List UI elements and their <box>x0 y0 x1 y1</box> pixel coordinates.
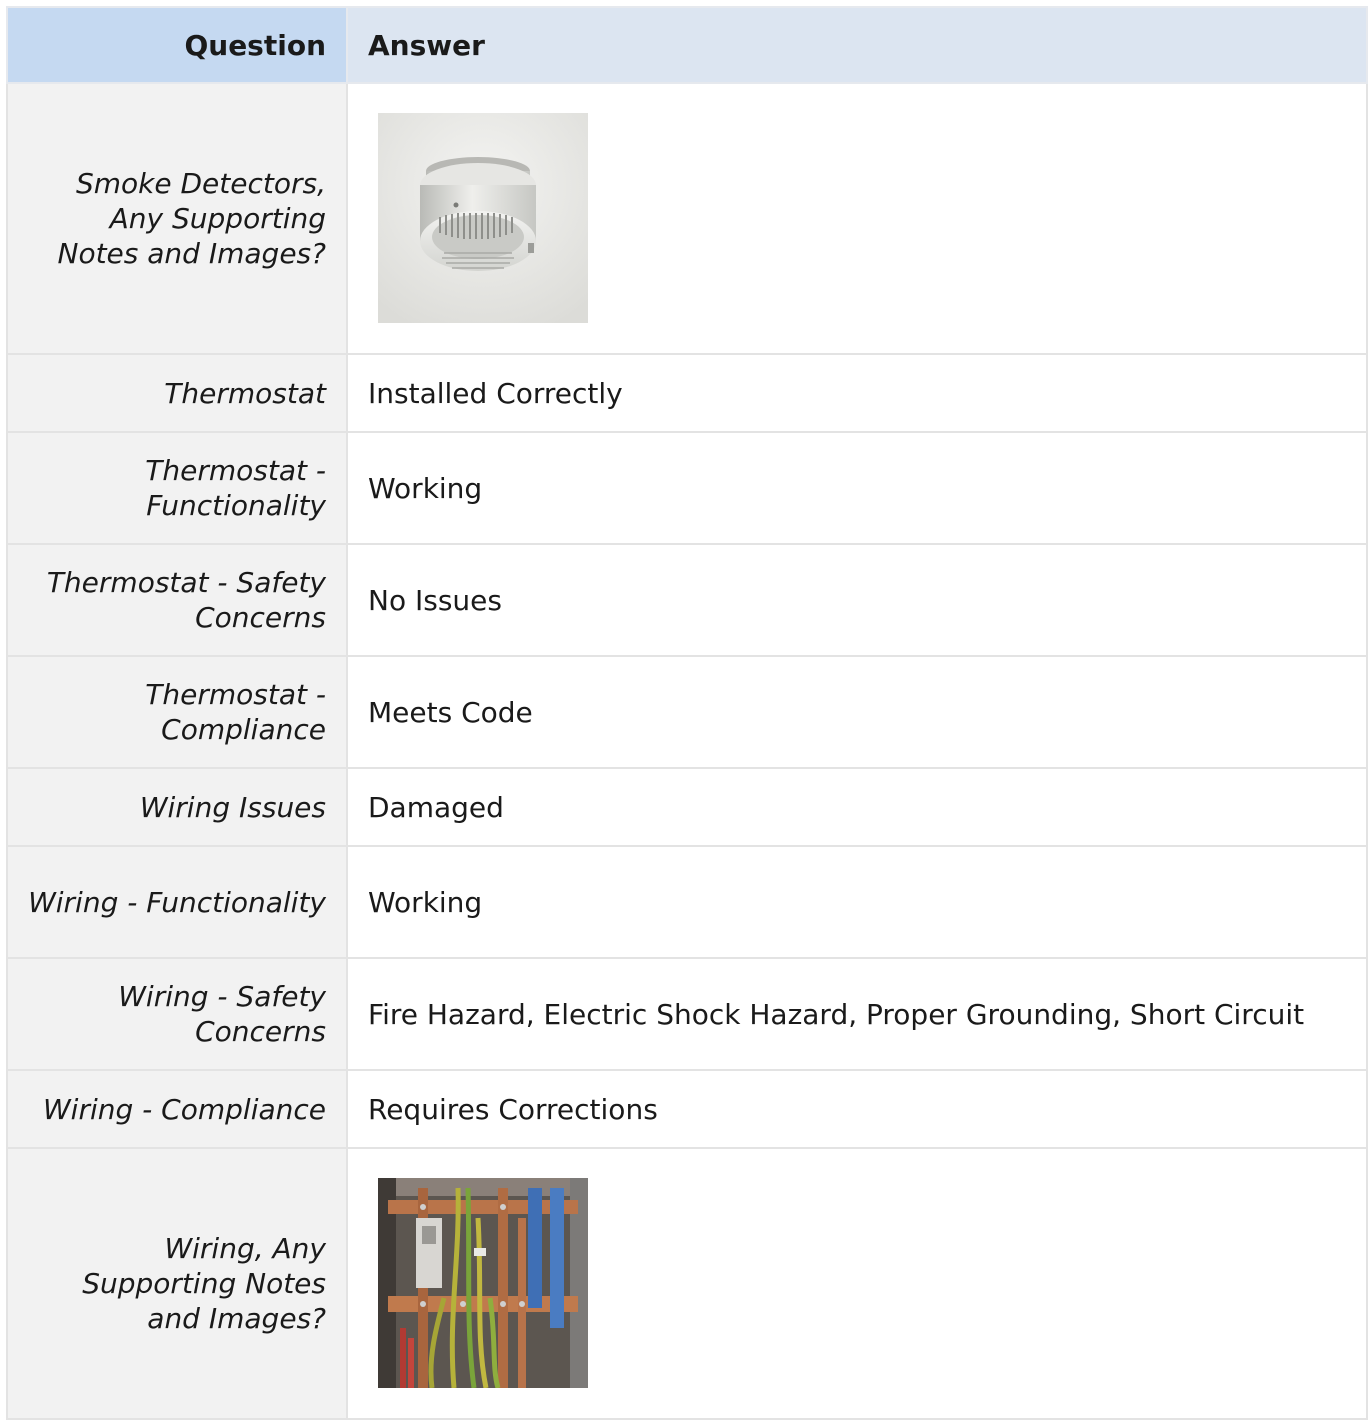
answer-cell <box>346 1147 1368 1420</box>
table-row: Wiring, Any Supporting Notes and Images? <box>6 1147 1368 1420</box>
inspection-report: Question Answer Smoke Detectors, Any Sup… <box>6 6 1368 1420</box>
answer-cell: No Issues <box>346 543 1368 657</box>
question-cell: Wiring Issues <box>6 767 348 847</box>
answer-cell <box>346 82 1368 355</box>
question-cell: Wiring - Safety Concerns <box>6 957 348 1071</box>
smoke-detector-photo[interactable] <box>378 113 588 323</box>
answer-cell: Working <box>346 845 1368 959</box>
table-row: Wiring - Compliance Requires Corrections <box>6 1069 1368 1149</box>
question-cell: Wiring - Compliance <box>6 1069 348 1149</box>
table-header-row: Question Answer <box>6 6 1368 84</box>
table-row: Wiring - Functionality Working <box>6 845 1368 959</box>
question-cell: Thermostat - Compliance <box>6 655 348 769</box>
answer-cell: Working <box>346 431 1368 545</box>
question-cell: Thermostat - Functionality <box>6 431 348 545</box>
table-row: Wiring Issues Damaged <box>6 767 1368 847</box>
table-row: Thermostat - Safety Concerns No Issues <box>6 543 1368 657</box>
answer-cell: Damaged <box>346 767 1368 847</box>
answer-column-header: Answer <box>346 6 1368 84</box>
table-row: Thermostat Installed Correctly <box>6 353 1368 433</box>
question-column-header: Question <box>6 6 348 84</box>
answer-cell: Installed Correctly <box>346 353 1368 433</box>
question-cell: Thermostat - Safety Concerns <box>6 543 348 657</box>
table-row: Smoke Detectors, Any Supporting Notes an… <box>6 82 1368 355</box>
question-cell: Wiring - Functionality <box>6 845 348 959</box>
question-cell: Smoke Detectors, Any Supporting Notes an… <box>6 82 348 355</box>
answer-cell: Requires Corrections <box>346 1069 1368 1149</box>
table-row: Thermostat - Compliance Meets Code <box>6 655 1368 769</box>
question-answer-table: Question Answer Smoke Detectors, Any Sup… <box>6 6 1368 1420</box>
answer-cell: Meets Code <box>346 655 1368 769</box>
question-cell: Thermostat <box>6 353 348 433</box>
question-cell: Wiring, Any Supporting Notes and Images? <box>6 1147 348 1420</box>
table-row: Thermostat - Functionality Working <box>6 431 1368 545</box>
table-row: Wiring - Safety Concerns Fire Hazard, El… <box>6 957 1368 1071</box>
answer-cell: Fire Hazard, Electric Shock Hazard, Prop… <box>346 957 1368 1071</box>
electrical-wiring-photo[interactable] <box>378 1178 588 1388</box>
